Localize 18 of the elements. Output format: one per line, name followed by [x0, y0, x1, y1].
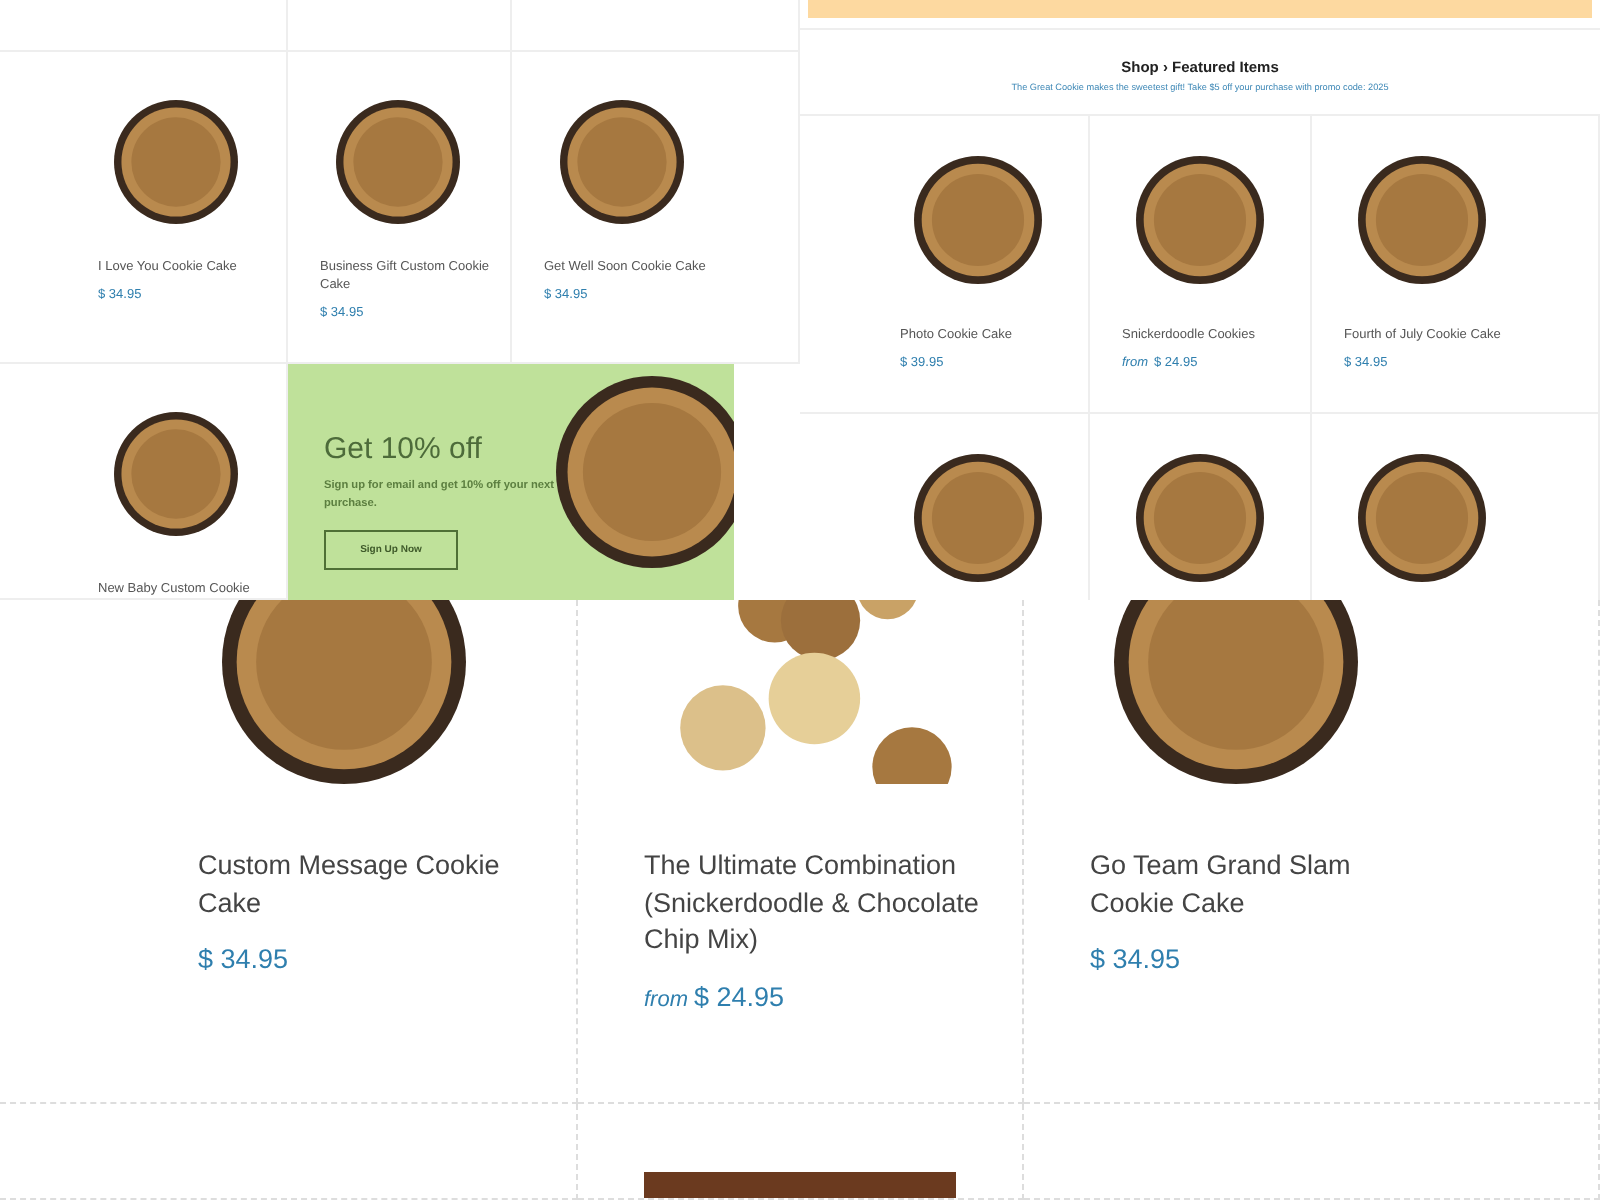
cookie-photo: [114, 100, 238, 224]
product-name: Custom Message Cookie Cake: [198, 848, 502, 921]
product-price: $ 34.95: [198, 944, 289, 974]
cookie-photo: [560, 100, 684, 224]
product-name: The Ultimate Combination (Snickerdoodle & Chocolate Chip Mix): [644, 848, 981, 958]
cookie-photo: [1358, 454, 1486, 582]
cookie-photo: [1136, 156, 1264, 284]
cookie-photo: [1358, 156, 1486, 284]
price-prefix: from: [644, 987, 688, 1011]
promo-title: Get 10% off: [324, 432, 484, 466]
product-name: Go Team Grand Slam Cookie Cake: [1090, 848, 1353, 921]
product-price: $ 34.95: [1090, 944, 1181, 974]
cookie-photo: [914, 156, 1042, 284]
cookie-photo: [114, 412, 238, 536]
product-price: $ 24.95: [694, 981, 785, 1011]
cookie-photo: [1136, 454, 1264, 582]
cookie-photo: [914, 454, 1042, 582]
cookie-photo: [336, 100, 460, 224]
